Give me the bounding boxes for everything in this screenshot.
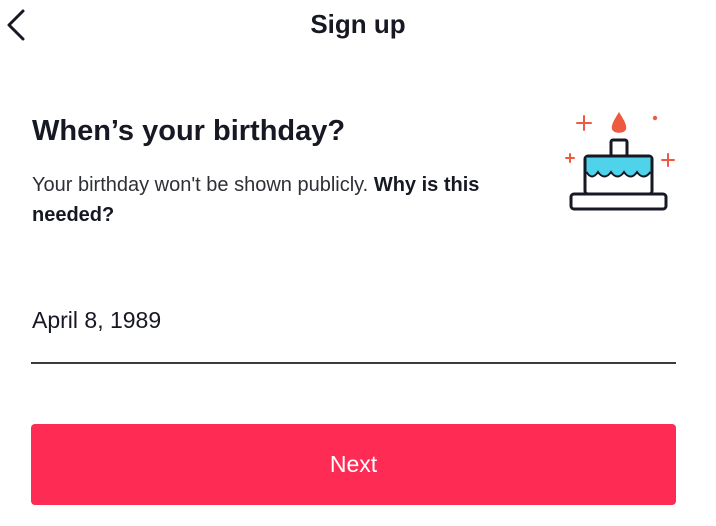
privacy-note: Your birthday won't be shown publicly. [32, 174, 369, 196]
birthday-cake-icon [565, 112, 675, 211]
birthday-description: Your birthday won't be shown publicly. W… [32, 170, 532, 230]
next-button[interactable]: Next [31, 424, 676, 505]
birthday-value: April 8, 1989 [32, 307, 162, 333]
page-title: Sign up [310, 9, 406, 39]
header-bar: Sign up [0, 0, 716, 56]
birthday-field[interactable]: April 8, 1989 [31, 300, 676, 364]
birthday-heading: When’s your birthday? [32, 115, 346, 147]
